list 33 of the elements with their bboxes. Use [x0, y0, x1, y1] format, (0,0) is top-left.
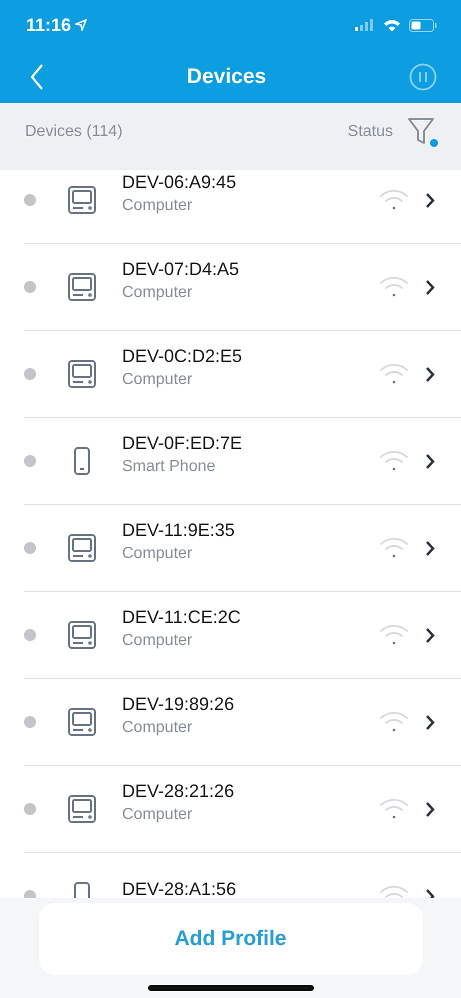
device-name[interactable]: DEV-28:21:26 [122, 780, 379, 802]
device-type: Computer [122, 718, 194, 736]
wifi-status-icon [383, 18, 401, 32]
computer-icon [67, 533, 97, 563]
status-time: 11:16 [26, 14, 72, 36]
back-icon[interactable] [30, 64, 44, 90]
computer-icon [67, 707, 97, 737]
battery-icon [409, 18, 437, 32]
device-name[interactable]: DEV-19:89:26 [122, 694, 379, 714]
device-name[interactable]: DEV-11:9E:35 [122, 520, 379, 540]
device-type: Computer [122, 370, 194, 388]
device-name[interactable]: DEV-06:A9:45 [122, 172, 379, 192]
computer-icon [67, 620, 97, 650]
device-count: Devices (114) [25, 122, 123, 140]
device-type: Computer [122, 806, 194, 824]
device-type: Computer [122, 284, 194, 302]
device-type: Computer [122, 632, 194, 650]
device-name[interactable]: DEV-07:D4:A5 [122, 258, 379, 280]
computer-icon [67, 794, 97, 824]
device-type: Smart Phone [122, 458, 216, 476]
device-type: Computer [122, 196, 194, 214]
location-icon [75, 19, 88, 31]
device-name[interactable]: DEV-0F:ED:7E [122, 432, 379, 454]
device-name[interactable]: DEV-11:CE:2C [122, 606, 379, 628]
filter-icon[interactable] [407, 116, 439, 148]
computer-icon [67, 359, 97, 389]
device-name[interactable]: DEV-0C:D2:E5 [122, 346, 379, 366]
computer-icon [67, 185, 97, 215]
device-type: Computer [122, 544, 194, 562]
device-name[interactable]: DEV-28:A1:56 [122, 878, 379, 898]
screen-title: Devices [186, 64, 266, 88]
signal-icon [355, 19, 375, 31]
computer-icon [67, 272, 97, 302]
